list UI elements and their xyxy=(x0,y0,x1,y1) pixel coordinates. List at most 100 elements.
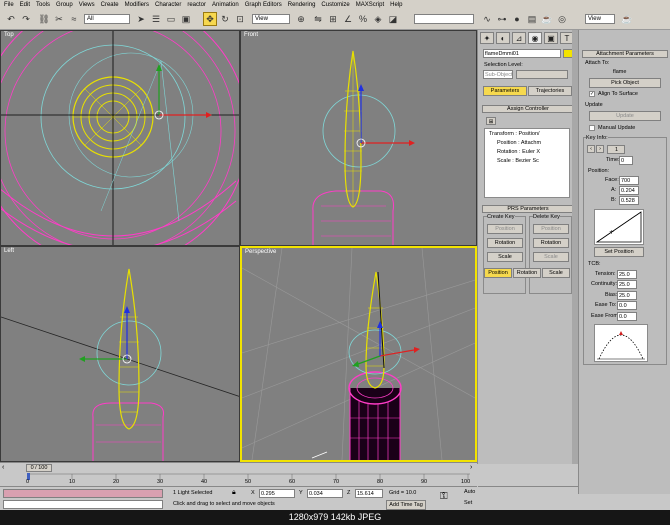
active-shade-icon[interactable]: ◎ xyxy=(555,12,569,26)
time-field[interactable]: 0 xyxy=(619,156,633,165)
update-button[interactable]: Update xyxy=(589,111,661,121)
named-selection-sets-dropdown[interactable] xyxy=(414,14,474,24)
menu-group[interactable]: Group xyxy=(56,2,73,8)
delete-key-rotation-button[interactable]: Rotation xyxy=(533,238,569,248)
scale-subpanel-button[interactable]: Scale xyxy=(542,268,570,278)
render-scene-icon[interactable]: ▤ xyxy=(525,12,539,26)
render-type-dropdown[interactable]: View xyxy=(585,14,615,24)
window-crossing-icon[interactable]: ▣ xyxy=(179,12,193,26)
unlink-icon[interactable]: ✂ xyxy=(52,12,66,26)
menu-reactor[interactable]: reactor xyxy=(187,2,206,8)
display-tab-icon[interactable]: ▣ xyxy=(544,32,558,44)
assign-controller-rollout[interactable]: Assign Controller xyxy=(482,105,574,113)
select-rotate-icon[interactable]: ↻ xyxy=(218,12,232,26)
track-bar[interactable]: 0 10 20 30 40 50 60 70 80 90 100 xyxy=(0,472,477,486)
select-object-icon[interactable]: ➤ xyxy=(134,12,148,26)
quick-render-icon[interactable]: ☕ xyxy=(540,12,554,26)
create-key-rotation-button[interactable]: Rotation xyxy=(487,238,523,248)
pick-object-button[interactable]: Pick Object xyxy=(589,78,661,88)
menu-modifiers[interactable]: Modifiers xyxy=(125,2,149,8)
face-position-preview[interactable]: + xyxy=(594,209,644,245)
time-slider-thumb[interactable]: 0 / 100 xyxy=(26,464,52,472)
material-editor-icon[interactable]: ● xyxy=(510,12,524,26)
a-field[interactable]: 0.204 xyxy=(619,186,639,195)
menu-maxscript[interactable]: MAXScript xyxy=(356,2,384,8)
tree-item-scale[interactable]: Scale : Bezier Sc xyxy=(497,158,539,164)
menu-file[interactable]: File xyxy=(4,2,14,8)
create-key-scale-button[interactable]: Scale xyxy=(487,252,523,262)
viewport-perspective[interactable]: Perspective xyxy=(240,246,477,462)
controller-tree[interactable]: Transform : Position/ Position : Attachm… xyxy=(484,128,570,198)
manual-update-checkbox[interactable] xyxy=(589,125,595,131)
maxscript-input[interactable] xyxy=(3,500,163,509)
position-subpanel-button[interactable]: Position xyxy=(484,268,512,278)
pivot-icon[interactable]: ⊕ xyxy=(294,12,308,26)
add-time-tag-button[interactable]: Add Time Tag xyxy=(386,500,426,510)
select-scale-icon[interactable]: ⊡ xyxy=(233,12,247,26)
ease-to-field[interactable]: 0.0 xyxy=(617,301,637,310)
tree-item-transform[interactable]: Transform : Position/ xyxy=(489,131,540,137)
set-position-button[interactable]: Set Position xyxy=(594,247,644,257)
percent-snap-icon[interactable]: % xyxy=(356,12,370,26)
select-move-icon[interactable]: ✥ xyxy=(203,12,217,26)
b-field[interactable]: 0.528 xyxy=(619,196,639,205)
snap-icon[interactable]: ∠ xyxy=(341,12,355,26)
select-by-name-icon[interactable]: ☰ xyxy=(149,12,163,26)
object-name-field[interactable]: flameDmmi01 xyxy=(483,49,561,58)
viewport-front[interactable]: Front xyxy=(240,30,477,246)
prev-key-icon[interactable]: ‹ xyxy=(587,145,595,153)
parameters-tab-button[interactable]: Parameters xyxy=(483,86,527,96)
menu-rendering[interactable]: Rendering xyxy=(288,2,316,8)
viewport-top[interactable]: Top xyxy=(0,30,240,246)
attachment-parameters-rollout[interactable]: Attachment Parameters xyxy=(582,50,668,58)
curve-editor-icon[interactable]: ∿ xyxy=(480,12,494,26)
undo-icon[interactable]: ↶ xyxy=(4,12,18,26)
hierarchy-tab-icon[interactable]: ⊿ xyxy=(512,32,526,44)
render-last-icon[interactable]: ☕ xyxy=(620,12,634,26)
x-coord-field[interactable]: 0.295 xyxy=(259,489,295,498)
schematic-view-icon[interactable]: ⊶ xyxy=(495,12,509,26)
set-key-icon[interactable]: ⚿ xyxy=(440,491,448,502)
key-index-field[interactable]: 1 xyxy=(607,145,625,154)
maxscript-listener-mini[interactable] xyxy=(3,489,163,498)
menu-customize[interactable]: Customize xyxy=(321,2,349,8)
align-to-surface-checkbox[interactable]: ✓ xyxy=(589,91,595,97)
next-key-icon[interactable]: › xyxy=(596,145,604,153)
tree-item-rotation[interactable]: Rotation : Euler X xyxy=(497,149,540,155)
spinner-snap-icon[interactable]: ◈ xyxy=(371,12,385,26)
selection-filter-dropdown[interactable]: All xyxy=(84,14,130,24)
menu-views[interactable]: Views xyxy=(79,2,95,8)
menu-character[interactable]: Character xyxy=(155,2,181,8)
lock-selection-icon[interactable]: 🔒︎ xyxy=(232,489,236,497)
delete-key-scale-button[interactable]: Scale xyxy=(533,252,569,262)
tree-item-position[interactable]: Position : Attachm xyxy=(497,140,541,146)
time-slider-next-icon[interactable]: › xyxy=(470,464,472,471)
menu-edit[interactable]: Edit xyxy=(20,2,30,8)
continuity-field[interactable]: 25.0 xyxy=(617,280,637,289)
modify-tab-icon[interactable]: ◐ xyxy=(496,32,510,44)
bind-space-warp-icon[interactable]: ≈ xyxy=(67,12,81,26)
mirror-icon[interactable]: ⇋ xyxy=(311,12,325,26)
tension-field[interactable]: 25.0 xyxy=(617,270,637,279)
create-tab-icon[interactable]: ✦ xyxy=(480,32,494,44)
motion-tab-icon[interactable]: ◉ xyxy=(528,32,542,44)
prs-parameters-rollout[interactable]: PRS Parameters xyxy=(482,205,574,213)
menu-create[interactable]: Create xyxy=(101,2,119,8)
sub-object-dropdown[interactable]: Sub-Object xyxy=(483,70,513,79)
menu-animation[interactable]: Animation xyxy=(212,2,239,8)
assign-controller-icon[interactable]: ⊞ xyxy=(486,117,496,125)
set-key-label[interactable]: Set xyxy=(464,500,472,506)
link-icon[interactable]: ⛓ xyxy=(37,12,51,26)
reference-coord-dropdown[interactable]: View xyxy=(252,14,290,24)
delete-key-position-button[interactable]: Position xyxy=(533,224,569,234)
rotation-subpanel-button[interactable]: Rotation xyxy=(513,268,541,278)
named-selection-icon[interactable]: ◪ xyxy=(386,12,400,26)
menu-help[interactable]: Help xyxy=(390,2,402,8)
redo-icon[interactable]: ↷ xyxy=(19,12,33,26)
y-coord-field[interactable]: 0.034 xyxy=(307,489,343,498)
create-key-position-button[interactable]: Position xyxy=(487,224,523,234)
ease-from-field[interactable]: 0.0 xyxy=(617,312,637,321)
bias-field[interactable]: 25.0 xyxy=(617,291,637,300)
trajectories-tab-button[interactable]: Trajectories xyxy=(528,86,572,96)
viewport-left[interactable]: Left xyxy=(0,246,240,462)
